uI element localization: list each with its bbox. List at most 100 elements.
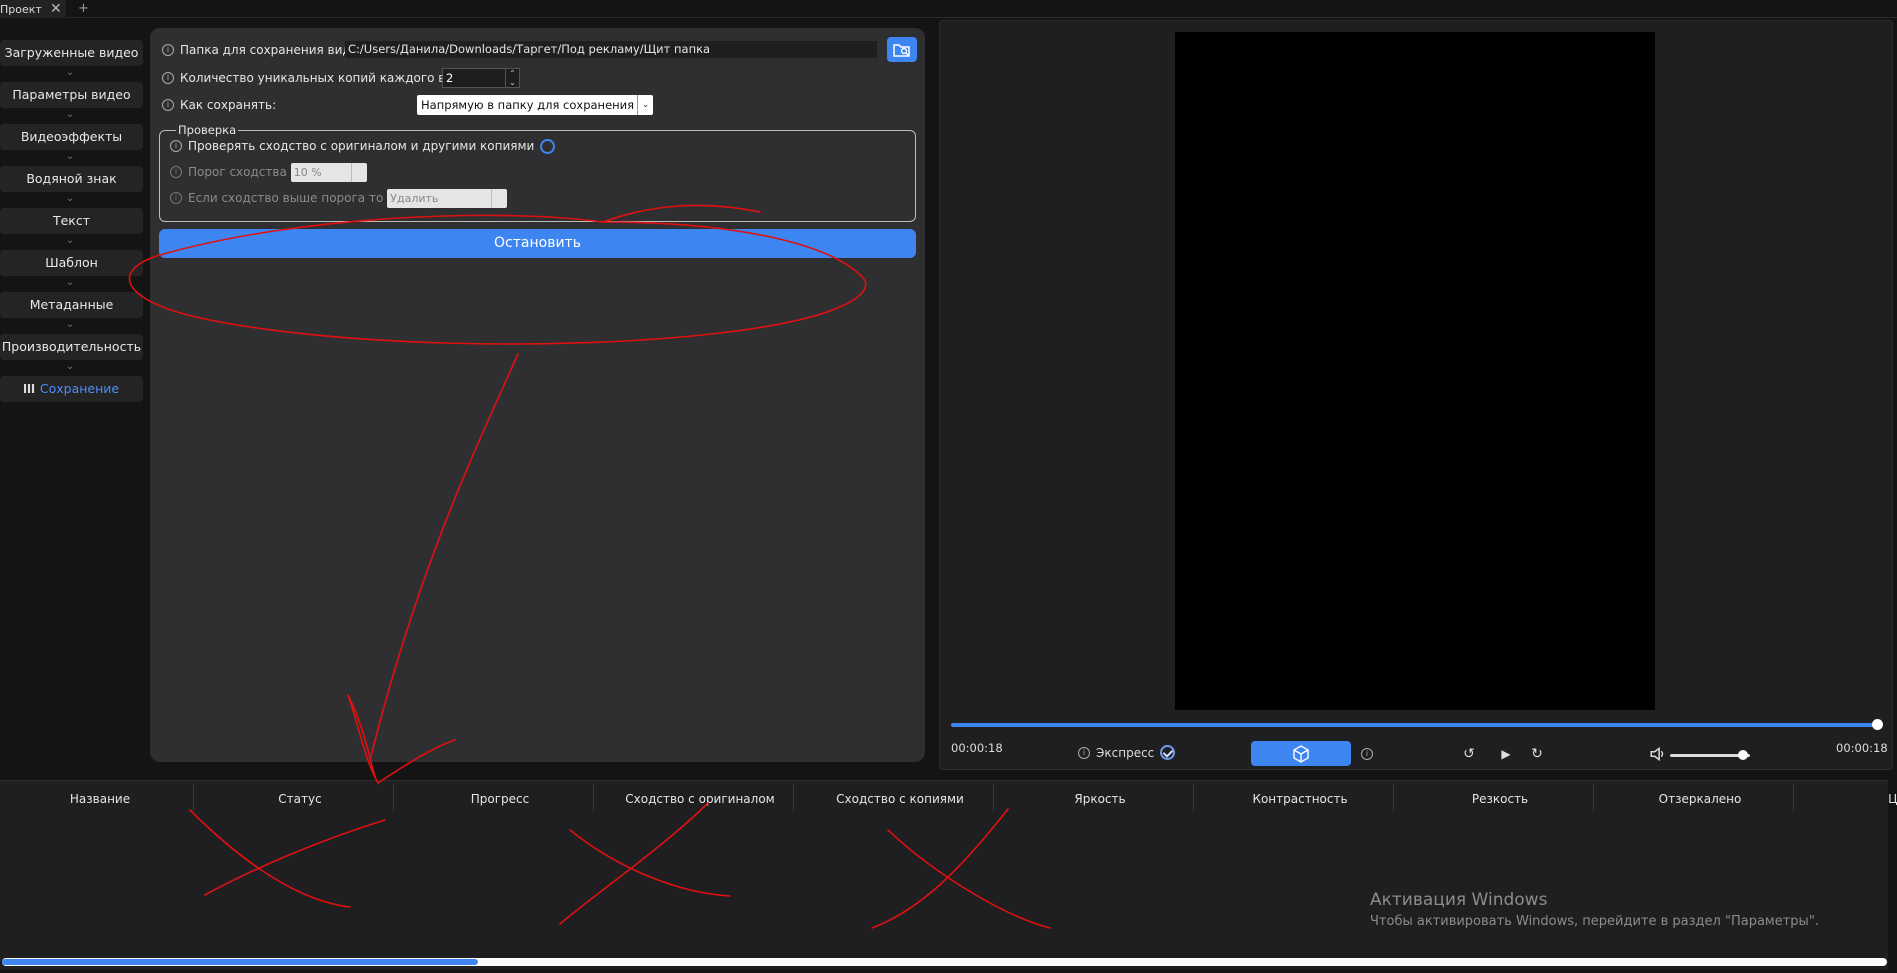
- info-icon[interactable]: i: [162, 44, 174, 56]
- rewind-icon[interactable]: ↺: [1460, 745, 1478, 763]
- table-column-header[interactable]: Контрастность: [1200, 781, 1400, 817]
- check-similarity-row: i Проверять сходство с оригиналом и друг…: [170, 136, 556, 156]
- chevron-down-icon: ⌄: [65, 109, 75, 120]
- chevron-down-icon: ⌄: [65, 277, 75, 288]
- copies-stepper[interactable]: 2 ⌃ ⌄: [442, 68, 520, 88]
- info-icon: i: [170, 166, 182, 178]
- column-separator[interactable]: [993, 785, 994, 811]
- save-folder-row: i Папка для сохранения видео: [162, 40, 365, 60]
- volume-handle[interactable]: [1738, 750, 1748, 760]
- seek-bar[interactable]: [951, 723, 1876, 727]
- express-label: Экспресс: [1096, 745, 1155, 760]
- column-separator[interactable]: [593, 785, 594, 811]
- sidebar-item-video-effects[interactable]: Видеоэффекты: [0, 124, 143, 150]
- add-tab-icon[interactable]: +: [78, 1, 89, 16]
- table-column-header[interactable]: Сходство с копиями: [800, 781, 1000, 817]
- tab-project-label: Проект: [0, 2, 42, 16]
- activation-subtitle: Чтобы активировать Windows, перейдите в …: [1370, 914, 1819, 929]
- sidebar-item-text[interactable]: Текст: [0, 208, 143, 234]
- chevron-down-icon: ⌄: [65, 67, 75, 78]
- check-group-title: Проверка: [176, 123, 239, 137]
- chevron-down-icon[interactable]: ⌄: [506, 78, 519, 87]
- total-time: 00:00:18: [1836, 741, 1888, 755]
- column-separator[interactable]: [1593, 785, 1594, 811]
- copies-value[interactable]: 2: [443, 69, 505, 87]
- results-table: Название Статус Прогресс Сходство с оригина…: [0, 780, 1897, 970]
- sidebar-item-performance[interactable]: Производительность: [0, 334, 143, 360]
- save-mode-row: i Как сохранять:: [162, 95, 276, 115]
- browse-folder-button[interactable]: [887, 37, 917, 62]
- info-icon[interactable]: i: [162, 99, 174, 111]
- check-similarity-label: Проверять сходство с оригиналом и другим…: [188, 139, 535, 153]
- chevron-down-icon: ⌄: [65, 151, 75, 162]
- table-column-header[interactable]: Сходство с оригиналом: [600, 781, 800, 817]
- save-folder-label: Папка для сохранения видео: [180, 43, 366, 57]
- save-mode-select[interactable]: Напрямую в папку для сохранения ⌄: [417, 95, 653, 115]
- chevron-down-icon: ⌄: [65, 235, 75, 246]
- seek-handle[interactable]: [1872, 719, 1883, 730]
- table-column-header[interactable]: Отзеркалено: [1600, 781, 1800, 817]
- express-toggle-row: i Экспресс: [1078, 745, 1176, 760]
- flag-icon: [23, 384, 35, 393]
- info-icon: i: [170, 192, 182, 204]
- sidebar-item-saving[interactable]: Сохранение: [0, 376, 143, 402]
- tab-project[interactable]: Проект ✕: [0, 0, 66, 18]
- cube-icon: [1293, 744, 1309, 763]
- check-similarity-toggle[interactable]: [540, 138, 556, 154]
- if-above-label: Если сходство выше порога то: [188, 191, 384, 205]
- chevron-down-icon: ⌄: [65, 319, 75, 330]
- table-column-header[interactable]: Яркость: [1000, 781, 1200, 817]
- sidebar-item-video-params[interactable]: Параметры видео: [0, 82, 143, 108]
- save-folder-input[interactable]: C:/Users/Данила/Downloads/Таргет/Под рек…: [345, 41, 877, 58]
- column-separator[interactable]: [1793, 785, 1794, 811]
- chevron-down-icon: ⌄: [65, 193, 75, 204]
- sidebar-item-watermark[interactable]: Водяной знак: [0, 166, 143, 192]
- save-mode-value: Напрямую в папку для сохранения: [421, 98, 635, 112]
- table-column-header[interactable]: Название: [0, 781, 200, 817]
- table-column-header[interactable]: Цве: [1800, 781, 1897, 817]
- info-icon[interactable]: i: [1361, 748, 1373, 760]
- horizontal-scrollbar-thumb[interactable]: [2, 959, 478, 965]
- forward-icon[interactable]: ↻: [1528, 745, 1546, 763]
- sidebar-item-template[interactable]: Шаблон: [0, 250, 143, 276]
- windows-activation-watermark: Активация Windows Чтобы активировать Win…: [1370, 890, 1819, 929]
- folder-search-icon: [893, 44, 910, 57]
- chevron-up-icon[interactable]: ⌃: [506, 69, 519, 78]
- activation-title: Активация Windows: [1370, 890, 1548, 910]
- check-group: Проверка i Проверять сходство с оригинал…: [159, 123, 916, 222]
- if-above-row: i Если сходство выше порога то Удалить: [170, 188, 508, 208]
- column-separator[interactable]: [793, 785, 794, 811]
- table-column-header[interactable]: Статус: [200, 781, 400, 817]
- table-column-header[interactable]: Прогресс: [400, 781, 600, 817]
- play-icon[interactable]: ▶: [1497, 745, 1515, 763]
- express-checkbox[interactable]: [1160, 745, 1176, 760]
- video-preview[interactable]: [1175, 32, 1655, 710]
- current-time: 00:00:18: [951, 741, 1003, 755]
- stop-button[interactable]: Остановить: [159, 229, 916, 258]
- volume-icon[interactable]: [1649, 745, 1667, 763]
- column-separator[interactable]: [1193, 785, 1194, 811]
- close-icon[interactable]: ✕: [50, 1, 62, 17]
- if-above-select: Удалить: [387, 188, 508, 208]
- table-column-header[interactable]: Резкость: [1400, 781, 1600, 817]
- column-separator[interactable]: [193, 785, 194, 811]
- column-separator[interactable]: [393, 785, 394, 811]
- copies-label: Количество уникальных копий каждого виде…: [180, 71, 477, 85]
- info-icon[interactable]: i: [1078, 746, 1090, 759]
- tab-bar: Проект ✕ +: [0, 0, 1897, 18]
- column-separator[interactable]: [1393, 785, 1394, 811]
- info-icon[interactable]: i: [170, 140, 182, 152]
- video-preview-panel: 00:00:18 00:00:18 i Экспресс i ↺ ▶ ↻: [939, 20, 1893, 770]
- threshold-input: 10 %: [290, 162, 367, 182]
- sidebar-item-uploaded-videos[interactable]: Загруженные видео: [0, 40, 143, 66]
- copies-row: i Количество уникальных копий каждого ви…: [162, 68, 476, 88]
- render-button[interactable]: [1251, 741, 1351, 766]
- chevron-down-icon: ⌄: [65, 361, 75, 372]
- threshold-label: Порог сходства: [188, 165, 287, 179]
- chevron-down-icon: ⌄: [637, 95, 653, 115]
- sidebar-item-metadata[interactable]: Метаданные: [0, 292, 143, 318]
- info-icon[interactable]: i: [162, 72, 174, 84]
- threshold-row: i Порог сходства 10 %: [170, 162, 367, 182]
- save-mode-label: Как сохранять:: [180, 98, 277, 112]
- save-settings-panel: i Папка для сохранения видео C:/Users/Да…: [150, 28, 925, 762]
